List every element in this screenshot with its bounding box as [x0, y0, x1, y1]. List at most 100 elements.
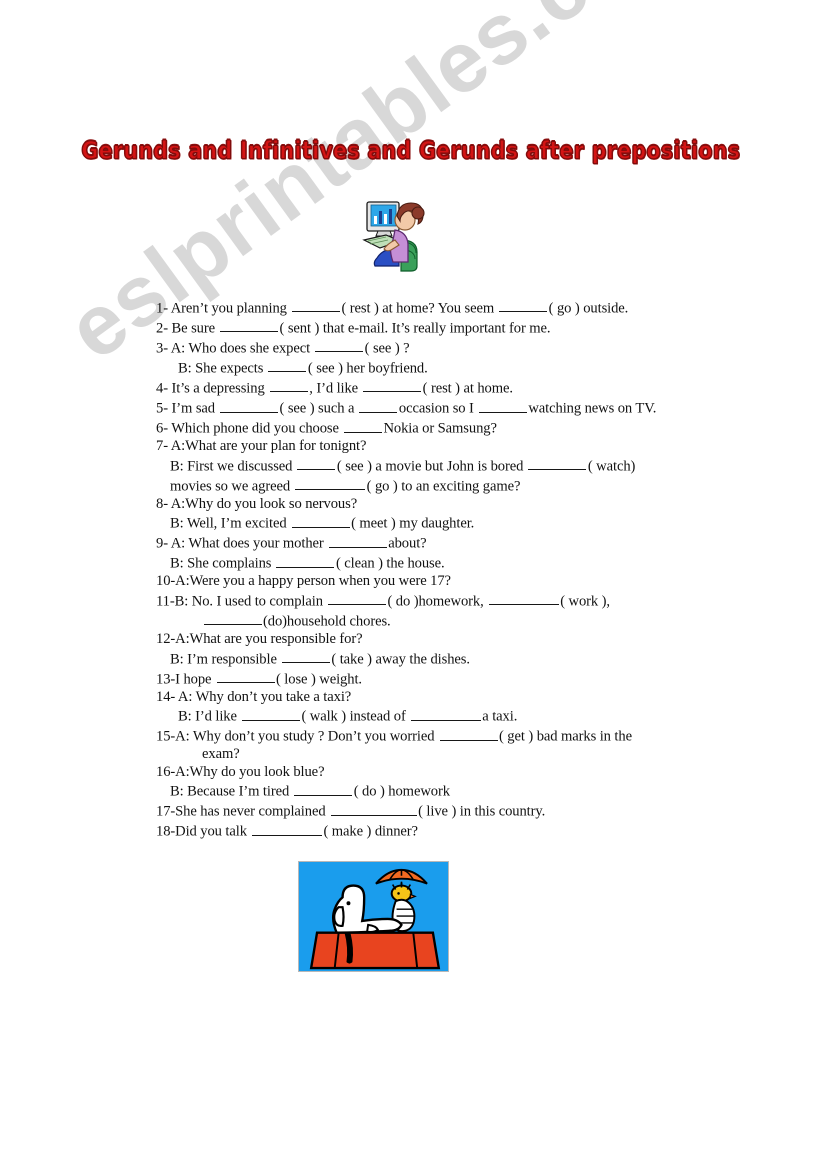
exercise-text: ( see ) a movie but John is bored — [336, 458, 524, 475]
answer-blank[interactable] — [410, 706, 481, 721]
exercise-text: watching news on TV. — [528, 400, 657, 417]
exercise-line-q18-1: 18-Did you talk ( make ) dinner? — [156, 821, 716, 841]
exercise-text: ( go ) to an exciting game? — [366, 478, 521, 495]
exercise-text: ( do )homework, — [387, 593, 484, 610]
title-container: Gerunds and Infinitives and Gerunds afte… — [0, 135, 821, 165]
answer-blank[interactable] — [294, 781, 353, 796]
answer-blank[interactable] — [291, 298, 340, 313]
exercise-text: Nokia or Samsung? — [383, 420, 497, 437]
exercise-text: ( go ) outside. — [548, 300, 629, 317]
exercise-text: B: She expects — [178, 360, 264, 377]
exercise-list: 1- Aren’t you planning ( rest ) at home?… — [156, 298, 716, 841]
exercise-line-q11-1: 11-B: No. I used to complain ( do )homew… — [156, 591, 716, 611]
answer-blank[interactable] — [315, 338, 364, 353]
answer-blank[interactable] — [220, 398, 279, 413]
answer-blank[interactable] — [268, 358, 307, 373]
exercise-text: B: I’d like — [178, 708, 237, 725]
answer-blank[interactable] — [488, 591, 559, 606]
answer-blank[interactable] — [241, 706, 300, 721]
answer-blank[interactable] — [343, 418, 382, 433]
exercise-line-q15-1: 15-A: Why don’t you study ? Don’t you wo… — [156, 726, 716, 746]
exercise-text: 8- A:Why do you look so nervous? — [156, 495, 358, 512]
exercise-text: ( get ) bad marks in the — [499, 728, 632, 745]
exercise-line-q12-2: B: I’m responsible ( take ) away the dis… — [156, 649, 716, 669]
exercise-text: ( lose ) weight. — [276, 671, 362, 688]
exercise-text: movies so we agreed — [170, 478, 291, 495]
exercise-line-q9-1: 9- A: What does your mother about? — [156, 533, 716, 553]
exercise-text: B: Well, I’m excited — [170, 515, 287, 532]
exercise-text: exam? — [202, 746, 240, 763]
answer-blank[interactable] — [327, 591, 386, 606]
exercise-line-q6-1: 6- Which phone did you choose Nokia or S… — [156, 418, 716, 438]
answer-blank[interactable] — [363, 378, 422, 393]
exercise-line-q5-1: 5- I’m sad ( see ) such a occasion so I … — [156, 398, 716, 418]
exercise-text: ( meet ) my daughter. — [351, 515, 475, 532]
answer-blank[interactable] — [203, 611, 262, 626]
page-title: Gerunds and Infinitives and Gerunds afte… — [81, 135, 740, 165]
exercise-text: ( clean ) the house. — [335, 555, 445, 572]
exercise-text: 12-A:What are you responsible for? — [156, 631, 363, 647]
exercise-line-q1-1: 1- Aren’t you planning ( rest ) at home?… — [156, 298, 716, 318]
answer-blank[interactable] — [297, 456, 336, 471]
exercise-text: 9- A: What does your mother — [156, 535, 324, 552]
answer-blank[interactable] — [291, 513, 350, 528]
exercise-line-q10-1: 10-A:Were you a happy person when you we… — [156, 573, 716, 591]
exercise-text: B: First we discussed — [170, 458, 293, 475]
exercise-line-q8-2: B: Well, I’m excited ( meet ) my daughte… — [156, 513, 716, 533]
exercise-line-q14-2: B: I’d like ( walk ) instead of a taxi. — [156, 706, 716, 726]
answer-blank[interactable] — [295, 476, 366, 491]
exercise-text: 11-B: No. I used to complain — [156, 593, 323, 610]
exercise-text: 7- A:What are your plan for tonignt? — [156, 438, 367, 455]
exercise-text: 1- Aren’t you planning — [156, 300, 287, 317]
exercise-text: ( rest ) at home? You seem — [341, 300, 495, 317]
exercise-text: ( rest ) at home. — [422, 380, 513, 397]
exercise-text: B: Because I’m tired — [170, 783, 290, 800]
exercise-text: B: I’m responsible — [170, 651, 277, 668]
exercise-text: occasion so I — [398, 400, 474, 417]
exercise-line-q8-1: 8- A:Why do you look so nervous? — [156, 496, 716, 514]
exercise-line-q17-1: 17-She has never complained ( live ) in … — [156, 801, 716, 821]
exercise-line-q2-1: 2- Be sure ( sent ) that e-mail. It’s re… — [156, 318, 716, 338]
answer-blank[interactable] — [216, 669, 275, 684]
exercise-text: 3- A: Who does she expect — [156, 340, 311, 357]
answer-blank[interactable] — [281, 649, 330, 664]
exercise-text: 17-She has never complained — [156, 803, 326, 820]
snoopy-on-doghouse-clipart — [298, 861, 449, 972]
answer-blank[interactable] — [276, 553, 335, 568]
exercise-line-q14-1: 14- A: Why don’t you take a taxi? — [156, 689, 716, 707]
answer-blank[interactable] — [251, 821, 322, 836]
exercise-text: ( sent ) that e-mail. It’s really import… — [279, 320, 551, 337]
exercise-text: 13-I hope — [156, 671, 212, 688]
exercise-text: ( live ) in this country. — [418, 803, 546, 820]
answer-blank[interactable] — [269, 378, 308, 393]
exercise-text: 15-A: Why don’t you study ? Don’t you wo… — [156, 728, 435, 745]
exercise-text: 2- Be sure — [156, 320, 215, 337]
exercise-text: (do)household chores. — [263, 613, 391, 630]
answer-blank[interactable] — [359, 398, 398, 413]
exercise-text: ( watch) — [587, 458, 636, 475]
exercise-line-q11-2: (do)household chores. — [156, 611, 716, 631]
exercise-line-q3-1: 3- A: Who does she expect ( see ) ? — [156, 338, 716, 358]
exercise-text: 5- I’m sad — [156, 400, 215, 417]
answer-blank[interactable] — [528, 456, 587, 471]
exercise-text: 4- It’s a depressing — [156, 380, 265, 397]
exercise-text: 10-A:Were you a happy person when you we… — [156, 573, 451, 590]
exercise-line-q15-2: exam? — [156, 746, 716, 764]
exercise-text: ( do ) homework — [353, 783, 450, 800]
exercise-text: a taxi. — [482, 708, 518, 725]
exercise-text: B: She complains — [170, 555, 272, 572]
exercise-line-q3-2: B: She expects ( see ) her boyfriend. — [156, 358, 716, 378]
exercise-text: ( walk ) instead of — [301, 708, 406, 725]
answer-blank[interactable] — [328, 533, 387, 548]
answer-blank[interactable] — [439, 726, 498, 741]
exercise-text: 6- Which phone did you choose — [156, 420, 339, 437]
exercise-line-q7-1: 7- A:What are your plan for tonignt? — [156, 438, 716, 456]
answer-blank[interactable] — [330, 801, 417, 816]
exercise-text: , I’d like — [309, 380, 359, 397]
exercise-line-q4-1: 4- It’s a depressing , I’d like ( rest )… — [156, 378, 716, 398]
exercise-text: ( see ) her boyfriend. — [307, 360, 428, 377]
answer-blank[interactable] — [499, 298, 548, 313]
answer-blank[interactable] — [220, 318, 279, 333]
worksheet-page: eslprintables.com Gerunds and Infinitive… — [0, 0, 821, 1169]
answer-blank[interactable] — [478, 398, 527, 413]
